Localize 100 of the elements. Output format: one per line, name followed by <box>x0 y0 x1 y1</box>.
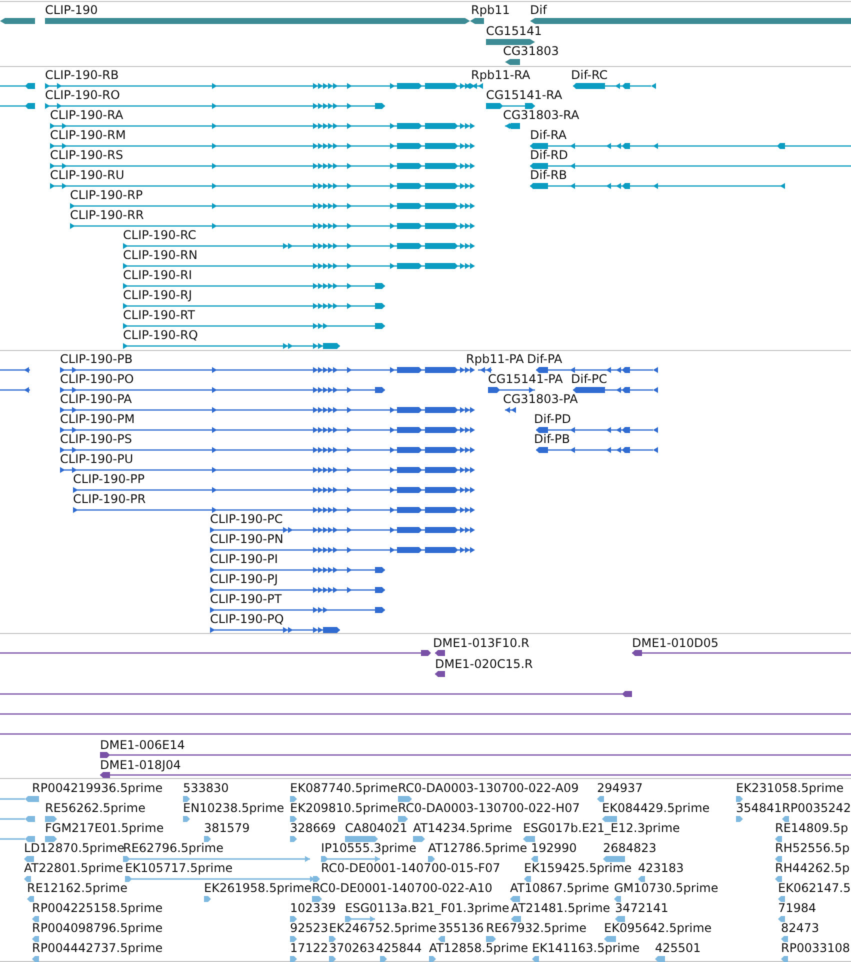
feature-label: AT12786.5prime <box>428 841 528 855</box>
feature-label: DME1-013F10.R <box>433 636 530 650</box>
feature-label: RC0-DE0001-140700-022-A10 <box>312 881 492 895</box>
feature-label: RH44262.5p <box>775 861 850 875</box>
feature-label: Dif-PD <box>534 412 571 426</box>
feature-label: CLIP-190-PB <box>60 352 133 366</box>
feature-label: CLIP-190-RT <box>123 308 195 322</box>
feature-label: RC0-DA0003-130700-022-H07 <box>398 801 580 815</box>
feature-label: CLIP-190-PM <box>60 412 135 426</box>
feature-label: CLIP-190-PU <box>60 452 134 466</box>
feature-label: CLIP-190-RM <box>50 128 126 142</box>
feature-label: CLIP-190 <box>45 3 98 17</box>
feature-label: CLIP-190-PP <box>73 472 145 486</box>
feature-label: 370263 <box>329 941 375 955</box>
feature-label: RP004098796.5prime <box>32 921 163 935</box>
feature-label: AT10867.5prime <box>510 881 610 895</box>
feature-label: 423183 <box>638 861 684 875</box>
feature-label: EK159425.5prime <box>524 861 632 875</box>
feature-label: CLIP-190-RU <box>50 168 124 182</box>
feature-label: ESG017b.E21_E12.3prime <box>523 821 680 835</box>
feature-label: CLIP-190-PO <box>60 372 134 386</box>
feature-label: RE67932.5prime <box>486 921 586 935</box>
feature-label: CLIP-190-RR <box>70 208 144 222</box>
feature-label: DME1-010D05 <box>632 636 719 650</box>
feature-label: AT14234.5prime <box>413 821 512 835</box>
feature-label: 533830 <box>183 781 229 795</box>
feature-label: CLIP-190-PI <box>210 552 278 566</box>
feature-label: CLIP-190-PN <box>210 532 284 546</box>
feature-label: AT12858.5prime <box>429 941 528 955</box>
feature-label: CLIP-190-RN <box>123 248 198 262</box>
feature-label: EK261958.5prime <box>204 881 312 895</box>
feature-label: IP10555.3prime <box>321 841 416 855</box>
feature-label: 71984 <box>778 901 816 915</box>
feature-label: EN10238.5prime <box>183 801 284 815</box>
feature-label: 328669 <box>290 821 336 835</box>
feature-label: RP0033108 <box>781 941 850 955</box>
feature-label: CG31803-RA <box>503 108 580 122</box>
feature-label: CLIP-190-PS <box>60 432 132 446</box>
feature-label: CLIP-190-PT <box>210 592 282 606</box>
feature-label: 354841 <box>736 801 782 815</box>
feature-label: RH52556.5p <box>775 841 850 855</box>
feature-label: RE62796.5prime <box>123 841 224 855</box>
feature-label: Dif-PC <box>571 372 608 386</box>
feature-label: CLIP-190-RQ <box>123 328 198 342</box>
feature-label: ESG0113a.B21_F01.3prime <box>345 901 510 915</box>
feature-label: 381579 <box>204 821 250 835</box>
feature-label: CLIP-190-RA <box>50 108 124 122</box>
feature-label: Dif-PB <box>534 432 570 446</box>
feature-label: EK095642.5prime <box>604 921 712 935</box>
feature-label: CLIP-190-PA <box>60 392 132 406</box>
feature-label: RC0-DA0003-130700-022-A09 <box>398 781 579 795</box>
feature-label: 425501 <box>655 941 701 955</box>
feature-label: CG15141-RA <box>486 88 562 102</box>
feature-label: GM10730.5prime <box>614 881 718 895</box>
feature-label: CLIP-190-PJ <box>210 572 278 586</box>
feature-label: EK209810.5prime <box>290 801 398 815</box>
feature-label: Dif <box>530 3 547 17</box>
feature-label: CG15141 <box>486 24 542 38</box>
feature-label: CG31803 <box>503 44 559 58</box>
feature-label: 355136 <box>438 921 484 935</box>
feature-label: CLIP-190-RJ <box>123 288 192 302</box>
feature-label: Rpb11-PA <box>466 352 524 366</box>
feature-label: EK231058.5prime <box>736 781 844 795</box>
feature-label: Dif-RB <box>530 168 568 182</box>
feature-label: EK246752.5prime <box>329 921 437 935</box>
feature-label: 3472141 <box>615 901 668 915</box>
feature-label: 425844 <box>376 941 422 955</box>
feature-label: FGM217E01.5prime <box>45 821 164 835</box>
feature-label: CLIP-190-RP <box>70 188 143 202</box>
feature-label: EK087740.5prime <box>290 781 398 795</box>
feature-label: CLIP-190-RO <box>45 88 120 102</box>
feature-label: CA804021 <box>345 821 408 835</box>
feature-label: CLIP-190-RB <box>45 68 119 82</box>
feature-label: LD12870.5prime <box>24 841 125 855</box>
feature-label: RE14809.5p <box>775 821 848 835</box>
feature-label: CLIP-190-RC <box>123 228 196 242</box>
feature-label: EK062147.5 <box>778 881 851 895</box>
feature-label: RE56262.5prime <box>45 801 146 815</box>
feature-label: RP004219936.5prime <box>32 781 163 795</box>
feature-label: RC0-DE0001-140700-015-F07 <box>321 861 500 875</box>
feature-label: 192990 <box>531 841 577 855</box>
feature-label: RE12162.5prime <box>27 881 128 895</box>
feature-label: CLIP-190-PC <box>210 512 283 526</box>
feature-label: Rpb11 <box>471 3 510 17</box>
feature-label: DME1-018J04 <box>100 758 181 772</box>
feature-label: Dif-PA <box>527 352 562 366</box>
feature-label: RP0035242 <box>782 801 851 815</box>
feature-label: 17122 <box>290 941 328 955</box>
feature-label: 82473 <box>781 921 820 935</box>
feature-label: 92523 <box>290 921 328 935</box>
feature-label: DME1-020C15.R <box>435 657 533 671</box>
feature-label: Dif-RC <box>571 68 608 82</box>
feature-label: DME1-006E14 <box>100 738 185 752</box>
feature-label: 2684823 <box>603 841 656 855</box>
feature-label: CLIP-190-PQ <box>210 612 284 626</box>
feature-label: CLIP-190-RI <box>123 268 192 282</box>
feature-label: 294937 <box>597 781 643 795</box>
feature-label: EK141163.5prime <box>532 941 640 955</box>
feature-label: CLIP-190-PR <box>73 492 146 506</box>
feature-label: Dif-RA <box>530 128 567 142</box>
